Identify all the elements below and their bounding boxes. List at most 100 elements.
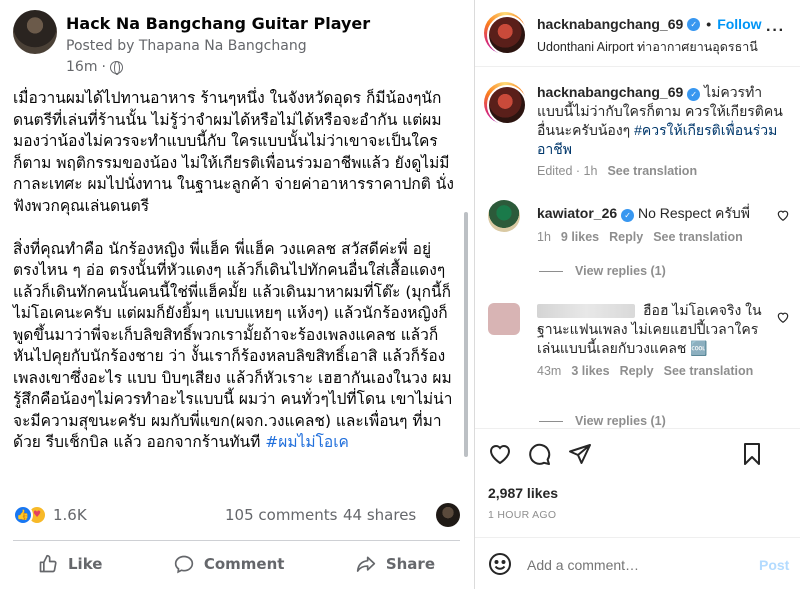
follow-button[interactable]: Follow [717,16,761,32]
post-line: ไม่โอเคนะครับ แต่ผมก็ยังยิ้มๆ แบบแหยๆ แห… [13,304,448,322]
comment-meta: 1h 9 likes Reply See translation [537,230,743,244]
page-avatar[interactable] [13,10,57,54]
like-reaction-icon: 👍 [13,505,33,525]
comment-text: ฮือฮ ไม่โอเคจริง ใน [643,302,762,318]
share-label: Share [385,555,435,573]
post-time-text[interactable]: 16m [66,59,97,75]
post-time: 16m · [66,59,123,75]
post-line: ก็ตาม พฤติกรรมของน้อง ไม่ให้เกียรติเพื่อ… [13,153,450,172]
heart-icon[interactable] [776,208,790,222]
comment-line: เล่นแบบนี้เลยกับวงแคลช 🆒 [537,340,708,356]
view-replies-label: View replies (1) [575,414,666,428]
post-line: กาละเทศะ ผมไปนั่งทาน ในฐานะลูกค้า จ่ายค่… [13,175,454,193]
page-name[interactable]: Hack Na Bangchang Guitar Player [66,14,370,33]
view-replies-button[interactable]: View replies (1) [539,264,666,278]
post-text: เมื่อวานผมได้ไปทานอาหาร ร้านๆหนึ่ง ในจัง… [13,88,454,454]
share-button[interactable]: Share [356,548,435,580]
comment-label: Comment [203,555,285,573]
reactions-count: 1.6K [53,506,87,524]
post-line: สิ่งที่คุณทำคือ นักร้องหญิง พี่แฮ็ค พี่แ… [13,239,432,258]
more-icon[interactable]: ··· [766,22,785,40]
heart-icon[interactable] [488,442,512,466]
post-line: พูดขึ้นมาว่าพี่จะเก็บลิขสิทธิ์พวกเรามั้ย… [13,325,439,344]
viewer-avatar[interactable] [436,503,460,527]
comment: kawiator_26 ✓ No Respect ครับพี่ [537,204,750,223]
verified-badge-icon: ✓ [687,17,701,31]
commenter-avatar[interactable] [488,200,520,232]
share-icon [356,556,375,572]
globe-icon [109,60,123,75]
post-line: ตรงไหน ๆ อ่อ ตรงนั้นที่หัวแดงๆ แล้วก็เดิ… [13,261,446,279]
comment-likes[interactable]: 3 likes [571,364,609,378]
blurred-username [537,304,635,319]
posted-by: Posted by Thapana Na Bangchang [66,38,307,54]
comment-likes[interactable]: 9 likes [561,230,599,244]
post-last-text: ด้วย รีบเช็กบิล แล้ว ออกจากร้านทันที [13,433,266,451]
reply-line [539,270,563,272]
see-translation-link[interactable]: See translation [653,230,743,244]
comment-time: 1h [537,230,551,244]
post-line: รู้สึกคือน้องๆไม่ควรทำอะไรแบบนี้ ผมว่า ค… [13,390,453,408]
profile-avatar[interactable] [484,12,527,55]
emoji-icon[interactable] [488,552,512,576]
caption-username[interactable]: hacknabangchang_69 [537,84,683,100]
caption-hashtag[interactable]: #ควรให้เกียรติเพื่อนร่วม [634,122,777,138]
username[interactable]: hacknabangchang_69 [537,16,683,32]
separator-dot: • [706,16,712,32]
caption-hashtag-cont[interactable]: อาชีพ [537,140,792,159]
reply-button[interactable]: Reply [609,230,643,244]
comment: ฮือฮ ไม่โอเคจริง ใน ฐานะแฟนเพลง ไม่เคยแฮ… [537,301,782,358]
post-line: ดนตรีที่เล่นที่ร้านนั้น ไม่รู้ว่าจำผมได้… [13,110,442,129]
scrollbar[interactable] [464,212,468,457]
comments-count[interactable]: 105 comments [225,506,337,524]
like-button[interactable]: Like [38,548,102,580]
location[interactable]: Udonthani Airport ท่าอากาศยานอุดรธานี [537,37,758,57]
hashtag-link[interactable]: #ผมไม่โอเค [265,433,349,451]
post-line: มองว่าน้องไม่ควรจะทำแบบนี้กับ ใครแบบนั้น… [13,132,438,150]
post-header: hacknabangchang_69 ✓ • Follow [537,16,762,32]
reactions[interactable]: 👍 ♥ 1.6K [13,505,87,525]
likes-count[interactable]: 2,987 likes [488,485,558,501]
add-comment-bar: Post [475,537,800,589]
reply-button[interactable]: Reply [620,364,654,378]
comment-text: No Respect ครับพี่ [637,205,750,221]
post-stats: 👍 ♥ 1.6K 105 comments 44 shares [13,502,460,530]
see-translation-link[interactable]: See translation [664,364,754,378]
view-replies-label: View replies (1) [575,264,666,278]
shares-count[interactable]: 44 shares [343,506,416,524]
instagram-post: hacknabangchang_69 ✓ • Follow Udonthani … [475,0,800,589]
post-line: ฟังพวกคุณเล่นดนตรี [13,196,150,215]
like-label: Like [68,555,103,573]
post-line: หันไปคุยกับนักร้องชาย ว่า งั้นเราก็ร้องห… [13,347,446,365]
facebook-post: Hack Na Bangchang Guitar Player Posted b… [0,0,474,589]
see-translation-link[interactable]: See translation [607,164,697,178]
divider [13,540,460,541]
caption-meta: Edited · 1h See translation [537,164,697,178]
send-icon[interactable] [568,442,592,466]
edited-time: Edited · 1h [537,164,598,178]
comment-line: ฐานะแฟนเพลง ไม่เคยแฮปปี้เวลาใคร [537,321,759,337]
speech-bubble-icon[interactable] [527,442,551,466]
comment-username[interactable]: kawiator_26 [537,205,617,221]
divider [475,66,800,67]
post-button[interactable]: Post [759,557,789,573]
post-line: แล้วก็เดินทักคนนั้นคนนี้ใช่พี่แฮ็คมั้ย แ… [13,282,451,301]
view-replies-button[interactable]: View replies (1) [539,414,666,428]
comment-icon [174,555,193,574]
thumbs-up-icon [39,554,57,573]
divider [475,428,800,429]
action-bar [488,442,788,470]
verified-badge-icon: ✓ [687,88,701,101]
verified-badge-icon: ✓ [621,209,635,222]
post-line: เพลงเขาซึ่งอะไร แบบ บิบๆเสียง แล้วก็หัวเ… [13,368,452,387]
comment-button[interactable]: Comment [174,548,285,580]
post-last-line: ด้วย รีบเช็กบิล แล้ว ออกจากร้านทันที #ผม… [13,432,453,454]
add-comment-input[interactable] [527,555,737,575]
caption-line: อื่นนะครับน้องๆ [537,122,635,138]
commenter-avatar[interactable] [488,303,520,335]
caption-avatar[interactable] [484,82,527,125]
caption-line: แบบนี้ไม่ว่ากับใครก็ตาม ควรให้เกียรติคน [537,103,783,119]
caption: hacknabangchang_69 ✓ ไม่ควรทำ แบบนี้ไม่ว… [537,83,792,159]
heart-icon[interactable] [776,310,790,324]
bookmark-icon[interactable] [740,442,764,466]
